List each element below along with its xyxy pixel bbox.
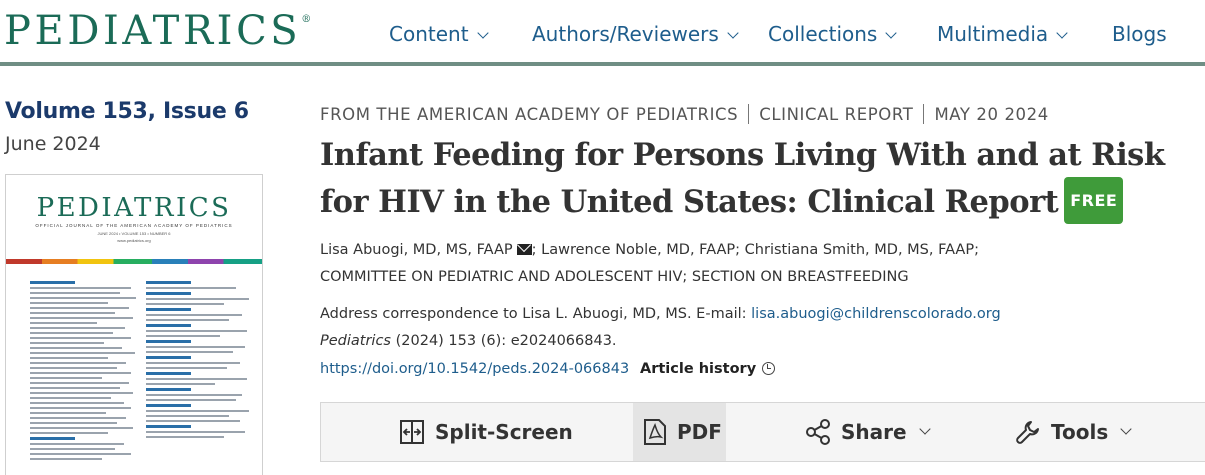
clock-icon [762, 362, 776, 375]
issue-date: June 2024 [5, 133, 101, 155]
issue-volume-link[interactable]: Volume 153, Issue 6 [5, 99, 249, 124]
registered-mark: ® [301, 14, 312, 25]
cover-url: www.pediatrics.org [117, 238, 151, 243]
chevron-down-icon [1056, 27, 1068, 39]
chevron-down-icon [918, 423, 931, 435]
cover-toc-right [146, 281, 258, 441]
doi-link[interactable]: https://doi.org/10.1542/peds.2024-066843 [320, 361, 629, 377]
correspondence-text: Address correspondence to Lisa L. Abuogi… [320, 306, 752, 322]
kicker-type: CLINICAL REPORT [759, 105, 914, 124]
nav-item-collections[interactable]: Collections [768, 22, 898, 46]
nav-item-content[interactable]: Content [389, 22, 489, 46]
article-toolbar: Split-Screen PDF Share Tools [320, 402, 1205, 462]
pediatrics-logo[interactable]: PEDIATRICS® [4, 8, 311, 54]
pdf-icon [644, 419, 666, 445]
nav-label: Content [389, 22, 469, 46]
cover-date-line: JUNE 2024 • VOLUME 153 • NUMBER 6 [97, 231, 171, 236]
cover-subtitle: OFFICIAL JOURNAL OF THE AMERICAN ACADEMY… [35, 223, 233, 228]
author-link-abuogi[interactable]: Lisa Abuogi, MD, MS, FAAP [320, 242, 513, 258]
correspondence-email-link[interactable]: lisa.abuogi@childrenscolorado.org [751, 306, 1001, 322]
tools-label: Tools [1051, 420, 1109, 444]
split-screen-icon [400, 420, 424, 444]
wrench-icon [1016, 421, 1039, 444]
article-history-label: Article history [640, 361, 757, 377]
logo-text: PEDIATRICS [4, 8, 302, 54]
article-title-block: Infant Feeding for Persons Living With a… [320, 134, 1205, 224]
chevron-down-icon [1120, 423, 1132, 435]
kicker-source: FROM THE AMERICAN ACADEMY OF PEDIATRICS [320, 105, 739, 124]
mail-icon[interactable] [516, 244, 532, 255]
nav-item-authors-reviewers[interactable]: Authors/Reviewers [532, 22, 739, 46]
pdf-label: PDF [677, 420, 722, 444]
split-screen-label: Split-Screen [435, 420, 573, 444]
chevron-down-icon [476, 27, 489, 39]
nav-label: Collections [768, 22, 878, 46]
split-screen-button[interactable]: Split-Screen [399, 403, 573, 461]
committees[interactable]: COMMITTEE ON PEDIATRIC AND ADOLESCENT HI… [320, 264, 1205, 291]
correspondence: Address correspondence to Lisa L. Abuogi… [320, 306, 1001, 322]
author-list-rest[interactable]: ; Lawrence Noble, MD, FAAP; Christiana S… [532, 242, 979, 258]
cover-logo: PEDIATRICS [36, 193, 232, 223]
citation: Pediatrics (2024) 153 (6): e2024066843. [320, 333, 617, 349]
author-list: Lisa Abuogi, MD, MS, FAAP ; Lawrence Nobl… [320, 237, 1205, 291]
article-kicker: FROM THE AMERICAN ACADEMY OF PEDIATRICS C… [320, 104, 1049, 124]
nav-item-multimedia[interactable]: Multimedia [937, 22, 1068, 46]
chevron-down-icon [885, 27, 898, 39]
article-title: Infant Feeding for Persons Living With a… [320, 137, 1165, 220]
article-history-button[interactable]: Article history [640, 361, 776, 377]
share-icon [806, 419, 830, 445]
cover-color-bar [6, 259, 262, 264]
kicker-date: MAY 20 2024 [934, 105, 1049, 124]
site-header: PEDIATRICS® Content Authors/Reviewers Co… [0, 0, 1205, 66]
tools-button[interactable]: Tools [1015, 403, 1132, 461]
pdf-button[interactable]: PDF [633, 403, 726, 461]
divider [923, 104, 925, 124]
issue-cover-image[interactable]: PEDIATRICS OFFICIAL JOURNAL OF THE AMERI… [5, 174, 263, 475]
citation-details: (2024) 153 (6): e2024066843. [391, 333, 617, 349]
nav-label: Multimedia [937, 22, 1049, 46]
free-badge: FREE [1064, 177, 1124, 224]
journal-name: Pediatrics [320, 333, 391, 349]
nav-item-blogs[interactable]: Blogs [1112, 22, 1167, 46]
chevron-down-icon [727, 27, 739, 39]
nav-label: Authors/Reviewers [532, 22, 719, 46]
divider [748, 104, 750, 124]
share-button[interactable]: Share [805, 403, 931, 461]
cover-toc-left [30, 281, 142, 463]
nav-label: Blogs [1112, 22, 1167, 46]
share-label: Share [841, 420, 907, 444]
